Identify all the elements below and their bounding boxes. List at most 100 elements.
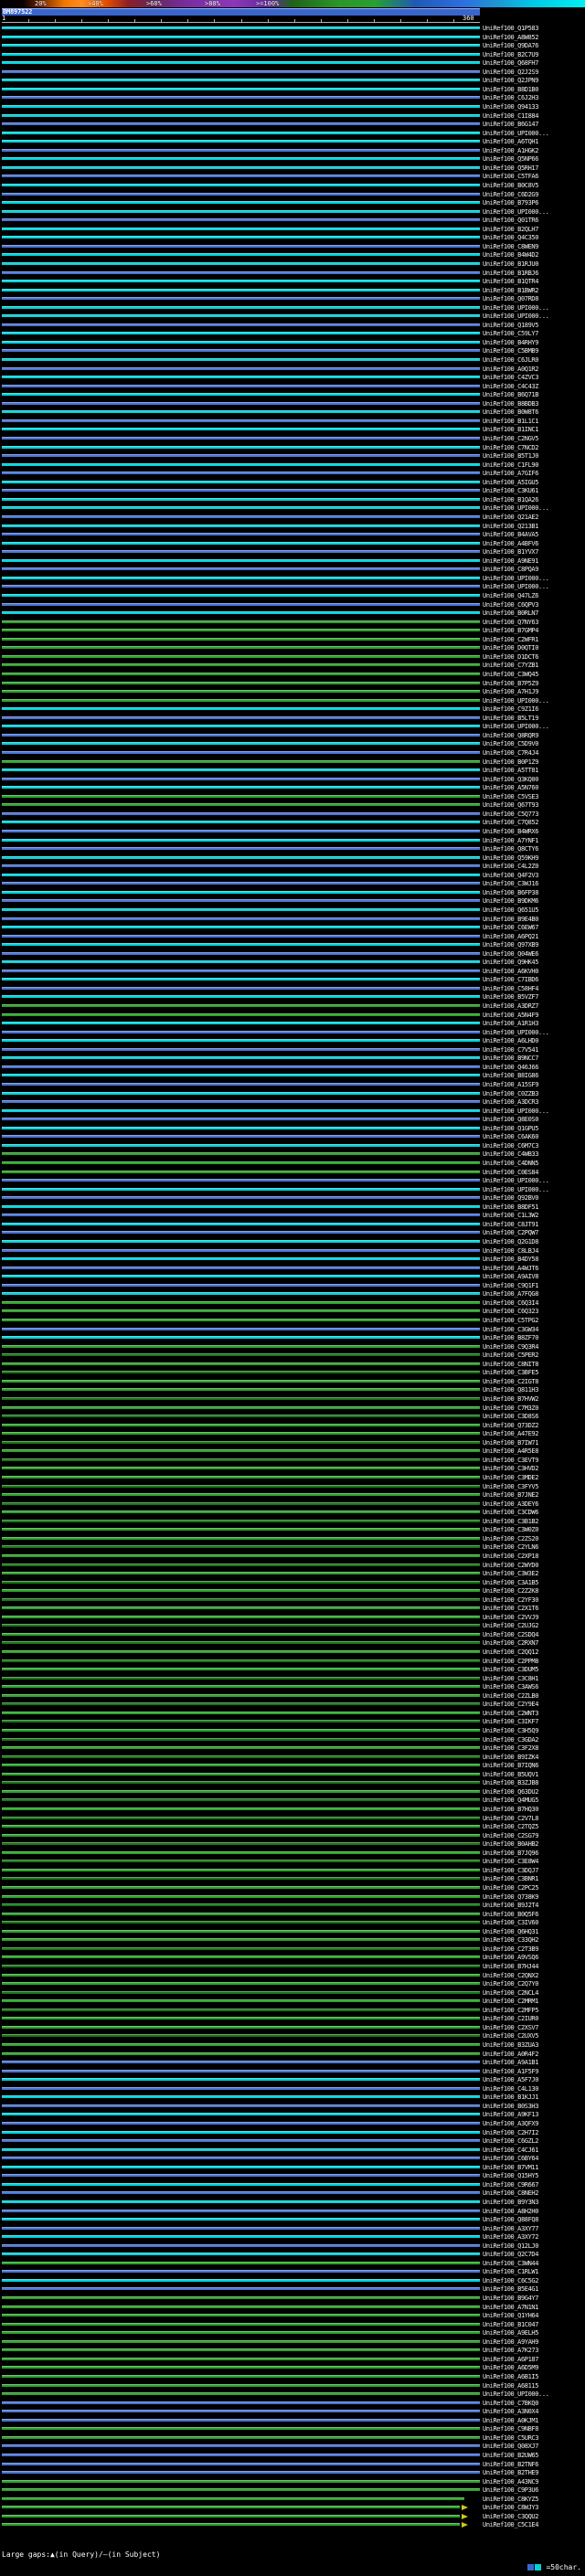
hit-bar[interactable] [2, 2401, 480, 2404]
hit-label[interactable]: UniRef100_Q2G1D8 [483, 1238, 538, 1246]
hit-bar[interactable] [2, 663, 480, 667]
hit-label[interactable]: UniRef100_B3ZUA3 [483, 2041, 538, 2050]
hit-row[interactable]: UniRef100_C3IKF7 [0, 1718, 585, 1726]
hit-bar[interactable] [2, 437, 480, 440]
hit-bar[interactable] [2, 175, 480, 178]
hit-bar[interactable] [2, 1729, 480, 1733]
hit-label[interactable]: UniRef100_Q04WE6 [483, 950, 538, 959]
hit-row[interactable]: UniRef100_C5VSE3 [0, 793, 585, 801]
hit-row[interactable]: UniRef100_B8D1B0 [0, 86, 585, 94]
hit-label[interactable]: UniRef100_C2UJG2 [483, 1622, 538, 1630]
hit-bar[interactable] [2, 1624, 480, 1627]
hit-bar[interactable] [2, 567, 480, 571]
hit-label[interactable]: UniRef100_A6D5M9 [483, 2364, 538, 2372]
hit-bar[interactable] [2, 140, 480, 143]
hit-bar[interactable] [2, 1022, 480, 1025]
hit-row[interactable]: UniRef100_Q47LZ6 [0, 592, 585, 600]
hit-bar[interactable] [2, 27, 480, 29]
hit-row[interactable]: UniRef100_C3WQ45 [0, 671, 585, 679]
hit-row[interactable]: UniRef100_A15SF9 [0, 1081, 585, 1089]
hit-row[interactable]: UniRef100_C2IUR0 [0, 2015, 585, 2023]
hit-row[interactable]: UniRef100_C6M7C3 [0, 1142, 585, 1150]
hit-label[interactable]: UniRef100_A7FQG8 [483, 1290, 538, 1299]
hit-bar[interactable] [2, 52, 480, 56]
hit-bar[interactable] [2, 1921, 480, 1924]
hit-row[interactable]: UniRef100_C4C43Z [0, 383, 585, 391]
hit-label[interactable]: UniRef100_Q67T93 [483, 801, 538, 810]
hit-label[interactable]: UniRef100_B8ZF70 [483, 1334, 538, 1342]
hit-row[interactable]: UniRef100_B7IQN6 [0, 1762, 585, 1770]
hit-label[interactable]: UniRef100_B2QLH7 [483, 226, 538, 234]
hit-label[interactable]: UniRef100_D1DCT6 [483, 653, 538, 662]
hit-bar[interactable] [2, 1685, 480, 1689]
hit-bar[interactable] [2, 550, 480, 554]
hit-label[interactable]: UniRef100_Q5NP66 [483, 155, 538, 164]
hit-bar[interactable] [2, 1511, 480, 1514]
hit-row[interactable]: UniRef100_C3WN44 [0, 2260, 585, 2268]
hit-row[interactable]: UniRef100_UPI000... [0, 697, 585, 705]
hit-label[interactable]: UniRef100_A4BFV6 [483, 540, 538, 548]
hit-label[interactable]: UniRef100_C2IUR0 [483, 2015, 538, 2023]
hit-label[interactable]: UniRef100_B8D1B0 [483, 86, 538, 94]
hit-bar[interactable] [2, 2025, 480, 2029]
hit-label[interactable]: UniRef100_C2VVJ9 [483, 1614, 538, 1622]
hit-label[interactable]: UniRef100_B4DY58 [483, 1256, 538, 1264]
hit-label[interactable]: UniRef100_C3WJ16 [483, 880, 538, 888]
hit-label[interactable]: UniRef100_C2NGV5 [483, 435, 538, 443]
hit-label[interactable]: UniRef100_C6Q323 [483, 1308, 538, 1316]
hit-label[interactable]: UniRef100_B2TNF6 [483, 2461, 538, 2469]
hit-row[interactable]: UniRef100_Q8RQR9 [0, 732, 585, 740]
hit-bar[interactable] [2, 393, 480, 397]
hit-label[interactable]: UniRef100_B4WRX6 [483, 828, 538, 836]
hit-bar[interactable] [2, 1091, 480, 1095]
hit-label[interactable]: UniRef100_A1HGK2 [483, 147, 538, 155]
hit-label[interactable]: UniRef100_Q46J66 [483, 1064, 538, 1072]
hit-bar[interactable] [2, 725, 480, 728]
hit-bar[interactable] [2, 1501, 480, 1505]
hit-row[interactable]: UniRef100_C2YF30 [0, 1596, 585, 1605]
hit-row[interactable]: UniRef100_C3KU61 [0, 487, 585, 495]
hit-label[interactable]: UniRef100_C8KYZ5 [483, 2496, 538, 2504]
hit-label[interactable]: UniRef100_C2V7L8 [483, 1815, 538, 1823]
hit-label[interactable]: UniRef100_B0P1Z9 [483, 758, 538, 767]
hit-bar[interactable] [2, 2121, 480, 2125]
hit-label[interactable]: UniRef100_Q07RD8 [483, 295, 538, 303]
hit-label[interactable]: UniRef100_B4RHY9 [483, 339, 538, 347]
hit-row[interactable]: UniRef100_A7FQG8 [0, 1290, 585, 1299]
hit-bar[interactable] [2, 1440, 480, 1444]
hit-bar[interactable] [2, 2331, 480, 2335]
hit-bar[interactable] [2, 951, 480, 955]
hit-row[interactable]: UniRef100_A6P187 [0, 2356, 585, 2364]
hit-row[interactable]: UniRef100_A1F5F9 [0, 2068, 585, 2076]
hit-label[interactable]: UniRef100_Q9HK45 [483, 959, 538, 967]
hit-row[interactable]: UniRef100_UPI000... [0, 208, 585, 217]
hit-bar[interactable] [2, 969, 480, 972]
hit-bar[interactable] [2, 2514, 461, 2518]
hit-label[interactable]: UniRef100_D0QTI0 [483, 644, 538, 652]
hit-bar[interactable] [2, 864, 480, 868]
hit-row[interactable]: UniRef100_Q21AE2 [0, 514, 585, 522]
hit-row[interactable]: UniRef100_Q4F2V3 [0, 872, 585, 880]
hit-bar[interactable] [2, 829, 480, 832]
hit-row[interactable]: UniRef100_C9Q1F1 [0, 1282, 585, 1290]
hit-row[interactable]: UniRef100_C2SDQ4 [0, 1631, 585, 1639]
hit-row[interactable]: UniRef100_A4R5E8 [0, 1447, 585, 1456]
hit-bar[interactable] [2, 1379, 480, 1383]
hit-bar[interactable] [2, 1467, 480, 1470]
hit-row[interactable]: UniRef100_Q04WE6 [0, 950, 585, 959]
hit-row[interactable]: UniRef100_C2H7I2 [0, 2129, 585, 2137]
hit-bar[interactable] [2, 1030, 480, 1034]
hit-bar[interactable] [2, 314, 480, 318]
hit-row[interactable]: UniRef100_C6C5G2 [0, 2277, 585, 2285]
hit-label[interactable]: UniRef100_A9ELH5 [483, 2329, 538, 2337]
hit-label[interactable]: UniRef100_C3FYV5 [483, 1483, 538, 1491]
hit-bar[interactable] [2, 87, 480, 90]
hit-bar[interactable] [2, 515, 480, 519]
hit-row[interactable]: UniRef100_C2NGV5 [0, 435, 585, 443]
hit-row[interactable]: UniRef100_C7NCD2 [0, 444, 585, 452]
hit-label[interactable]: UniRef100_UPI000... [483, 208, 549, 217]
hit-bar[interactable] [2, 2200, 480, 2203]
hit-row[interactable]: UniRef100_B7HJ44 [0, 1963, 585, 1971]
hit-bar[interactable] [2, 2488, 480, 2492]
hit-bar[interactable] [2, 480, 480, 483]
